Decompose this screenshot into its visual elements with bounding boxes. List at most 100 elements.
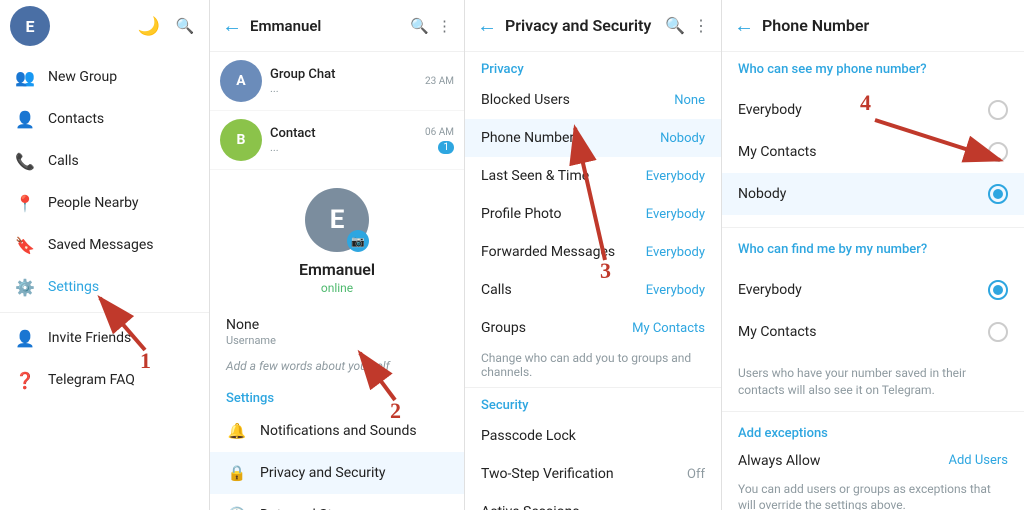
chat-avatar: A (220, 60, 262, 102)
phone-value: Nobody (660, 131, 705, 146)
privacy-header-icons: 🔍 ⋮ (665, 16, 709, 35)
blocked-label: Blocked Users (481, 92, 570, 108)
find-note: Users who have your number saved in thei… (722, 361, 1024, 407)
forwarded-item[interactable]: Forwarded Messages Everybody (465, 233, 721, 271)
profile-photo-label: Profile Photo (481, 206, 561, 222)
who-can-see-label: Who can see my phone number? (722, 52, 1024, 81)
people-nearby-icon: 📍 (14, 192, 36, 214)
sidebar-label-contacts: Contacts (48, 111, 104, 127)
profile-photo-item[interactable]: Profile Photo Everybody (465, 195, 721, 233)
two-step-item[interactable]: Two-Step Verification Off (465, 455, 721, 493)
everybody-label: Everybody (738, 102, 802, 118)
privacy-more-icon[interactable]: ⋮ (693, 16, 709, 35)
privacy-security-item[interactable]: 🔒 Privacy and Security (210, 452, 464, 494)
always-allow-label: Always Allow (738, 453, 820, 469)
sidebar-item-calls[interactable]: 📞 Calls (0, 140, 209, 182)
add-users-button[interactable]: Add Users (948, 453, 1008, 468)
notifications-item[interactable]: 🔔 Notifications and Sounds (210, 410, 464, 452)
username-label: Username (226, 334, 448, 347)
calls-item[interactable]: Calls Everybody (465, 271, 721, 309)
profile-avatar: E 📷 (305, 188, 369, 252)
exceptions-note: You can add users or groups as exception… (722, 477, 1024, 510)
profile-status: online (321, 281, 353, 295)
privacy-back-icon[interactable]: ← (477, 13, 497, 38)
faq-icon: ❓ (14, 369, 36, 391)
sidebar-label-invite: Invite Friends (48, 330, 131, 346)
calls-label: Calls (481, 282, 512, 298)
nobody-radio[interactable] (988, 184, 1008, 204)
sidebar-label-faq: Telegram FAQ (48, 372, 135, 388)
profile-section: E 📷 Emmanuel online (210, 172, 464, 311)
nobody-option[interactable]: Nobody (722, 173, 1024, 215)
user-avatar[interactable]: E (10, 6, 50, 46)
privacy-icon: 🔒 (226, 462, 248, 484)
my-contacts-radio[interactable] (988, 142, 1008, 162)
who-can-find-label: Who can find me by my number? (722, 232, 1024, 261)
bio-placeholder: Add a few words about yourself (226, 359, 448, 373)
find-everybody-option[interactable]: Everybody (722, 269, 1024, 311)
account-header: ← Emmanuel 🔍 ⋮ (210, 0, 464, 52)
phone-back-icon[interactable]: ← (734, 13, 754, 38)
saved-messages-icon: 🔖 (14, 234, 36, 256)
passcode-item[interactable]: Passcode Lock (465, 417, 721, 455)
privacy-panel: ← Privacy and Security 🔍 ⋮ Privacy Block… (465, 0, 722, 510)
search-icon[interactable]: 🔍 (171, 12, 199, 40)
my-contacts-option[interactable]: My Contacts (722, 131, 1024, 173)
blocked-users-item[interactable]: Blocked Users None (465, 81, 721, 119)
sidebar-item-contacts[interactable]: 👤 Contacts (0, 98, 209, 140)
calls-icon: 📞 (14, 150, 36, 172)
groups-item[interactable]: Groups My Contacts (465, 309, 721, 347)
chat-item[interactable]: A Group Chat ... 23 AM (210, 52, 464, 111)
sidebar-item-people-nearby[interactable]: 📍 People Nearby (0, 182, 209, 224)
contacts-icon: 👤 (14, 108, 36, 130)
section-divider (722, 227, 1024, 228)
privacy-search-icon[interactable]: 🔍 (665, 16, 685, 35)
notifications-icon: 🔔 (226, 420, 248, 442)
new-group-icon: 👥 (14, 66, 36, 88)
blocked-value: None (674, 93, 705, 108)
more-btn[interactable]: ⋮ (437, 17, 452, 35)
calls-value: Everybody (646, 283, 705, 298)
sidebar-menu: 👥 New Group 👤 Contacts 📞 Calls 📍 People … (0, 52, 209, 510)
profile-name: Emmanuel (299, 260, 375, 279)
groups-value: My Contacts (632, 321, 705, 336)
chat-avatar: B (220, 119, 262, 161)
invite-icon: 👤 (14, 327, 36, 349)
find-everybody-radio[interactable] (988, 280, 1008, 300)
sidebar-header: E 🌙 🔍 (0, 0, 209, 52)
data-storage-item[interactable]: 🕐 Data and Storage (210, 494, 464, 510)
back-icon[interactable]: ← (222, 13, 242, 38)
account-panel: ← Emmanuel 🔍 ⋮ A Group Chat ... 23 AM B (210, 0, 465, 510)
passcode-label: Passcode Lock (481, 428, 576, 444)
phone-header: ← Phone Number (722, 0, 1024, 52)
find-contacts-radio[interactable] (988, 322, 1008, 342)
camera-icon[interactable]: 📷 (347, 230, 369, 252)
last-seen-item[interactable]: Last Seen & Time Everybody (465, 157, 721, 195)
find-contacts-label: My Contacts (738, 324, 816, 340)
forwarded-label: Forwarded Messages (481, 244, 615, 260)
search-btn[interactable]: 🔍 (410, 17, 429, 35)
everybody-option[interactable]: Everybody (722, 89, 1024, 131)
exceptions-row: Always Allow Add Users (722, 445, 1024, 477)
sidebar-item-label: New Group (48, 69, 117, 85)
sidebar-item-faq[interactable]: ❓ Telegram FAQ (0, 359, 209, 401)
who-can-find-group: Everybody My Contacts (722, 261, 1024, 361)
sidebar: E 🌙 🔍 👥 New Group 👤 Contacts 📞 Calls 📍 P… (0, 0, 210, 510)
who-can-see-group: Everybody My Contacts Nobody (722, 81, 1024, 223)
groups-label: Groups (481, 320, 526, 336)
sidebar-item-settings[interactable]: ⚙️ Settings (0, 266, 209, 308)
two-step-label: Two-Step Verification (481, 466, 614, 482)
phone-number-item[interactable]: Phone Number Nobody (465, 119, 721, 157)
sidebar-item-invite[interactable]: 👤 Invite Friends (0, 317, 209, 359)
sidebar-label-calls: Calls (48, 153, 79, 169)
find-contacts-option[interactable]: My Contacts (722, 311, 1024, 353)
chat-item[interactable]: B Contact ... 06 AM 1 (210, 111, 464, 170)
find-everybody-label: Everybody (738, 282, 802, 298)
privacy-label: Privacy and Security (260, 465, 386, 481)
sidebar-item-saved-messages[interactable]: 🔖 Saved Messages (0, 224, 209, 266)
everybody-radio[interactable] (988, 100, 1008, 120)
sidebar-label-saved: Saved Messages (48, 237, 154, 253)
sidebar-item-new-group[interactable]: 👥 New Group (0, 56, 209, 98)
moon-icon[interactable]: 🌙 (135, 12, 163, 40)
active-sessions-item[interactable]: Active Sessions (465, 493, 721, 510)
